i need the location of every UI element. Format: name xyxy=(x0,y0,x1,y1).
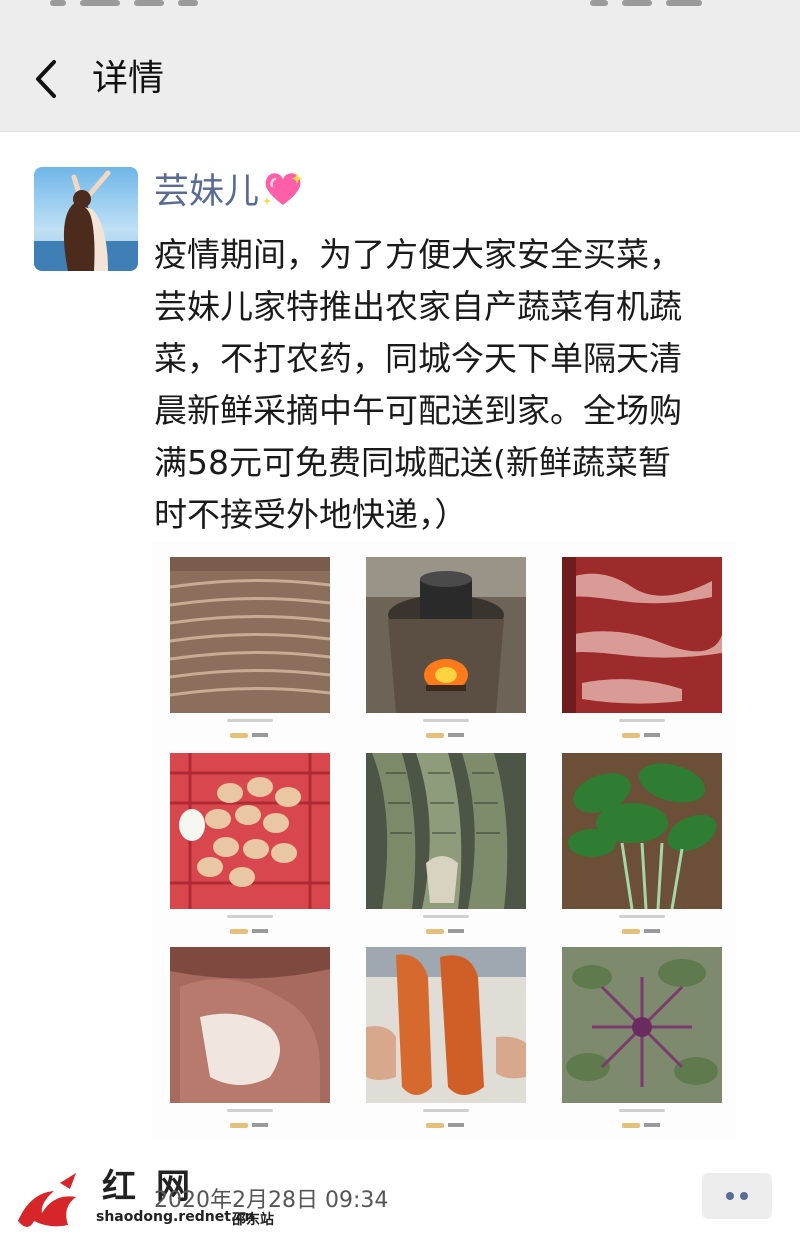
eggs-basket-image xyxy=(170,753,330,909)
flatbread-image xyxy=(170,557,330,713)
page-title: 详情 xyxy=(92,58,165,99)
photo-cured-meat[interactable] xyxy=(562,557,732,747)
purple-greens-image xyxy=(562,947,722,1103)
pork-image xyxy=(170,947,330,1103)
photo-grid xyxy=(152,541,736,1137)
post-text-line: 疫情期间，为了方便大家安全买菜， xyxy=(154,235,682,274)
post-text-line: 晨新鲜采摘中午可配送到家。全场购 xyxy=(154,391,682,430)
back-button[interactable] xyxy=(28,54,68,104)
post-timestamp: 2020年2月28日 09:34 xyxy=(154,1188,389,1213)
leafy-greens-image xyxy=(562,753,722,909)
status-icons-right xyxy=(590,0,740,8)
post-meta: 红网 shaodong.rednet.cn 邵东站 2020年2月28日 09:… xyxy=(0,1143,800,1243)
stove-pot-image xyxy=(366,557,526,713)
post-text-line: 菜，不打农药，同城今天下单隔天清 xyxy=(154,339,682,378)
author-label: 芸妹儿 xyxy=(154,172,260,212)
photo-sweet-potato[interactable] xyxy=(366,947,536,1137)
dot-icon xyxy=(740,1192,748,1200)
post-text: 疫情期间，为了方便大家安全买菜， 芸妹儿家特推出农家自产蔬菜有机蔬 菜，不打农药… xyxy=(154,229,774,541)
chevron-left-icon xyxy=(36,60,56,98)
post-text-line: 芸妹儿家特推出农家自产蔬菜有机蔬 xyxy=(154,287,682,326)
sweet-potato-image xyxy=(366,947,526,1103)
dot-icon xyxy=(726,1192,734,1200)
photo-stove[interactable] xyxy=(366,557,536,747)
status-icons-left xyxy=(50,0,220,8)
more-actions-button[interactable] xyxy=(702,1173,772,1219)
photo-eggs[interactable] xyxy=(170,753,340,943)
status-bar xyxy=(0,0,800,18)
photo-greens[interactable] xyxy=(562,753,732,943)
sparkling-heart-icon xyxy=(263,173,303,205)
photo-purple-greens[interactable] xyxy=(562,947,732,1137)
fish-image xyxy=(366,753,526,909)
author-name[interactable]: 芸妹儿 xyxy=(154,167,305,217)
photo-pork[interactable] xyxy=(170,947,340,1137)
cured-meat-image xyxy=(562,557,722,713)
post-text-line: 满58元可免费同城配送(新鲜蔬菜暂 xyxy=(154,443,671,482)
moment-post: 芸妹儿 疫情期间，为了方便大家安全买菜， 芸妹儿家特推出农家自产蔬菜有机蔬 菜，… xyxy=(0,133,800,1245)
avatar[interactable] xyxy=(34,167,138,271)
post-text-line: 时不接受外地快递，） xyxy=(154,495,468,534)
nav-bar: 详情 xyxy=(0,18,800,132)
photo-flatbread[interactable] xyxy=(170,557,340,747)
photo-fish[interactable] xyxy=(366,753,536,943)
